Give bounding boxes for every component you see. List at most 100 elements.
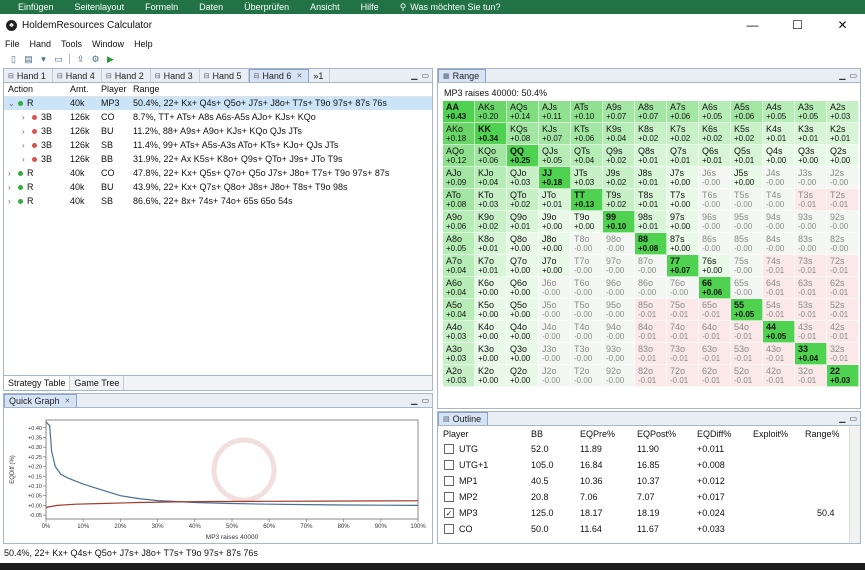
hand-cell[interactable]: 82s -0.00 xyxy=(827,233,859,255)
hand-cell[interactable]: J9s +0.02 xyxy=(603,167,635,189)
hand-cell[interactable]: 85s -0.00 xyxy=(731,233,763,255)
hand-cell[interactable]: T9s +0.02 xyxy=(603,189,635,211)
ribbon-tab[interactable]: Hilfe xyxy=(361,2,379,12)
hand-cell[interactable]: AA +0.43 xyxy=(443,101,475,123)
hand-cell[interactable]: K8o +0.01 xyxy=(475,233,507,255)
hand-cell[interactable]: Q3o +0.00 xyxy=(507,343,539,365)
hand-cell[interactable]: 65o -0.01 xyxy=(699,299,731,321)
minimize-panel-icon[interactable]: ▁ xyxy=(411,396,417,405)
hand-cell[interactable]: 84o -0.01 xyxy=(635,321,667,343)
hand-cell[interactable]: KJo +0.04 xyxy=(475,167,507,189)
hand-cell[interactable]: 63s -0.01 xyxy=(795,277,827,299)
hand-cell[interactable]: Q4o +0.00 xyxy=(507,321,539,343)
hand-cell[interactable]: T4s -0.00 xyxy=(763,189,795,211)
hand-cell[interactable]: J5o -0.00 xyxy=(539,299,571,321)
hand-cell[interactable]: J8s +0.01 xyxy=(635,167,667,189)
ribbon-tab[interactable]: Formeln xyxy=(145,2,178,12)
hand-cell[interactable]: 72o -0.01 xyxy=(667,365,699,387)
table-row[interactable]: › 3B 126k BU 11.2%, 88+ A9s+ A9o+ KJs+ KQo Q… xyxy=(4,124,432,138)
hand-cell[interactable]: 83o -0.01 xyxy=(635,343,667,365)
hand-cell[interactable]: A9s +0.07 xyxy=(603,101,635,123)
hand-cell[interactable]: 98o -0.00 xyxy=(603,233,635,255)
column-header[interactable]: Player xyxy=(97,83,129,97)
hand-cell[interactable]: 54s -0.01 xyxy=(763,299,795,321)
hand-cell[interactable]: KJs +0.07 xyxy=(539,123,571,145)
hand-cell[interactable]: 44 +0.05 xyxy=(763,321,795,343)
menu-item[interactable]: File xyxy=(5,39,20,49)
hand-cell[interactable]: 76o -0.00 xyxy=(667,277,699,299)
column-header[interactable]: BB xyxy=(529,426,578,441)
hand-cell[interactable]: J5s +0.00 xyxy=(731,167,763,189)
tab-hand[interactable]: ⊟ Hand 6 ✕ xyxy=(248,69,310,82)
hand-cell[interactable]: K2o +0.00 xyxy=(475,365,507,387)
minimize-button[interactable]: — xyxy=(730,14,775,36)
hand-cell[interactable]: T2s -0.01 xyxy=(827,189,859,211)
hand-cell[interactable]: K3s +0.01 xyxy=(795,123,827,145)
checkbox[interactable] xyxy=(444,444,454,455)
chevron-down-icon[interactable]: ⌄ xyxy=(8,99,16,108)
hand-cell[interactable]: KK +0.34 xyxy=(475,123,507,145)
chevron-right-icon[interactable]: › xyxy=(22,155,30,164)
hand-cell[interactable]: K9s +0.04 xyxy=(603,123,635,145)
hand-cell[interactable]: T5s -0.00 xyxy=(731,189,763,211)
hand-cell[interactable]: JTo +0.01 xyxy=(539,189,571,211)
hand-cell[interactable]: 94s -0.00 xyxy=(763,211,795,233)
hand-cell[interactable]: 74o -0.01 xyxy=(667,321,699,343)
table-row[interactable]: › 3B 126k CO 8.7%, TT+ ATs+ A8s A6s-A5s AJo+… xyxy=(4,110,432,124)
hand-cell[interactable]: 96s -0.00 xyxy=(699,211,731,233)
hand-cell[interactable]: 73o -0.01 xyxy=(667,343,699,365)
tab-range[interactable]: ▦ Range xyxy=(438,69,487,82)
hand-cell[interactable]: K7s +0.02 xyxy=(667,123,699,145)
checkbox[interactable] xyxy=(444,524,454,535)
settings-icon[interactable]: ⚙ xyxy=(91,54,100,64)
hand-cell[interactable]: A4o +0.03 xyxy=(443,321,475,343)
hand-cell[interactable]: A3s +0.05 xyxy=(795,101,827,123)
checkbox[interactable] xyxy=(444,476,454,487)
hand-cell[interactable]: 98s +0.01 xyxy=(635,211,667,233)
hand-cell[interactable]: 76s +0.00 xyxy=(699,255,731,277)
hand-cell[interactable]: K3o +0.00 xyxy=(475,343,507,365)
hand-cell[interactable]: Q4s +0.00 xyxy=(763,145,795,167)
menu-item[interactable]: Tools xyxy=(61,39,82,49)
table-row[interactable]: › R 40k SB 86.6%, 22+ 8x+ 74s+ 74o+ 65s 65o … xyxy=(4,194,432,208)
hand-cell[interactable]: A4s +0.05 xyxy=(763,101,795,123)
hand-cell[interactable]: J6o -0.00 xyxy=(539,277,571,299)
hand-cell[interactable]: KTs +0.06 xyxy=(571,123,603,145)
column-header[interactable]: Range xyxy=(129,83,432,97)
hand-cell[interactable]: 74s -0.01 xyxy=(763,255,795,277)
hand-cell[interactable]: 64o -0.01 xyxy=(699,321,731,343)
menu-item[interactable]: Window xyxy=(92,39,124,49)
hand-cell[interactable]: A7s +0.06 xyxy=(667,101,699,123)
hand-cell[interactable]: JTs +0.03 xyxy=(571,167,603,189)
hand-cell[interactable]: K6s +0.02 xyxy=(699,123,731,145)
hand-cell[interactable]: Q5s +0.01 xyxy=(731,145,763,167)
column-header[interactable]: Action xyxy=(4,83,66,97)
hand-cell[interactable]: 42o -0.01 xyxy=(763,365,795,387)
hand-cell[interactable]: 62s -0.01 xyxy=(827,277,859,299)
tab-hand[interactable]: ⊟ Hand 3 xyxy=(151,69,200,82)
run-icon[interactable]: ▶ xyxy=(106,54,115,64)
ribbon-search[interactable]: ⚲ Was möchten Sie tun? xyxy=(400,2,501,13)
hand-cell[interactable]: T7s +0.00 xyxy=(667,189,699,211)
hand-cell[interactable]: J8o +0.00 xyxy=(539,233,571,255)
hand-cell[interactable]: 22 +0.03 xyxy=(827,365,859,387)
hand-cell[interactable]: J4o -0.00 xyxy=(539,321,571,343)
outline-scrollbar[interactable] xyxy=(849,427,860,543)
hand-cell[interactable]: 52s -0.01 xyxy=(827,299,859,321)
hand-cell[interactable]: 95o -0.00 xyxy=(603,299,635,321)
chevron-right-icon[interactable]: › xyxy=(8,197,16,206)
menu-item[interactable]: Help xyxy=(134,39,153,49)
hand-cell[interactable]: T6o -0.00 xyxy=(571,277,603,299)
hand-cell[interactable]: K4o +0.00 xyxy=(475,321,507,343)
hand-cell[interactable]: 55 +0.05 xyxy=(731,299,763,321)
hand-cell[interactable]: A7o +0.04 xyxy=(443,255,475,277)
column-header[interactable]: Range% xyxy=(803,426,851,441)
hand-cell[interactable]: KTo +0.03 xyxy=(475,189,507,211)
hand-cell[interactable]: 65s -0.00 xyxy=(731,277,763,299)
hand-cell[interactable]: Q9s +0.02 xyxy=(603,145,635,167)
hand-cell[interactable]: J3o -0.00 xyxy=(539,343,571,365)
hand-cell[interactable]: 43o -0.01 xyxy=(763,343,795,365)
hand-cell[interactable]: 32s -0.01 xyxy=(827,343,859,365)
hand-cell[interactable]: AJo +0.09 xyxy=(443,167,475,189)
hand-cell[interactable]: T7o -0.00 xyxy=(571,255,603,277)
